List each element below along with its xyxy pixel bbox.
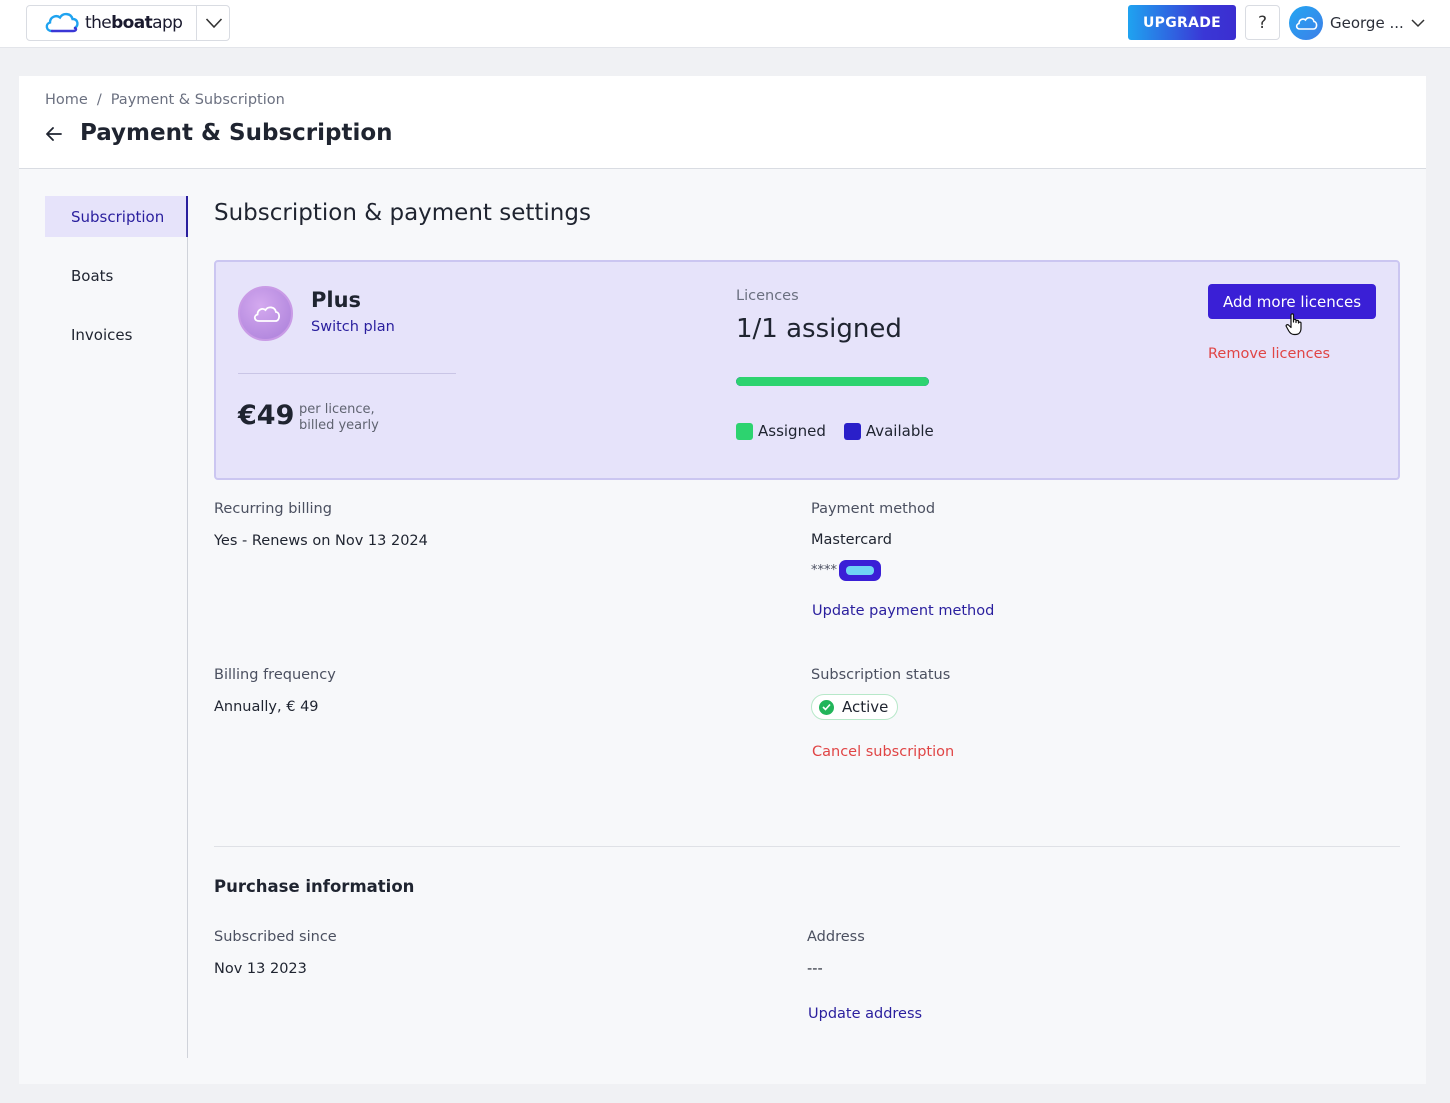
legend-available-swatch: [843, 422, 861, 440]
user-name: George ...: [1330, 13, 1404, 32]
recurring-billing-value: Yes - Renews on Nov 13 2024: [214, 533, 428, 549]
chevron-down-icon: [205, 18, 222, 29]
licences-value: 1/1 assigned: [736, 314, 902, 344]
cancel-subscription-link[interactable]: Cancel subscription: [812, 744, 954, 760]
app-logo[interactable]: theboatapp: [27, 6, 196, 40]
purchase-info-heading: Purchase information: [214, 877, 415, 896]
top-bar: theboatapp UPGRADE ? George ...: [0, 0, 1450, 48]
subscribed-since-value: Nov 13 2023: [214, 961, 307, 977]
page-card: Home / Payment & Subscription Payment & …: [19, 76, 1426, 1084]
address-label: Address: [807, 929, 865, 945]
card-number-masked: ****: [811, 560, 881, 581]
licences-progress-bar: [736, 377, 929, 386]
hand-pointer-icon: [1285, 313, 1302, 336]
chevron-down-icon: [1411, 18, 1425, 27]
help-button[interactable]: ?: [1245, 5, 1280, 40]
avatar: [1289, 5, 1323, 40]
licences-progress-fill: [736, 377, 929, 386]
cloud-logo-icon: [45, 12, 79, 33]
licences-label: Licences: [736, 288, 799, 304]
legend-assigned: Assigned: [736, 422, 826, 440]
sidenav-item-invoices[interactable]: Invoices: [45, 314, 188, 355]
check-circle-icon: [819, 699, 834, 715]
breadcrumb-current: Payment & Subscription: [110, 92, 285, 108]
app-name: theboatapp: [85, 13, 183, 33]
page-header: Home / Payment & Subscription Payment & …: [19, 76, 1426, 169]
recurring-billing-label: Recurring billing: [214, 501, 332, 517]
page-title: Payment & Subscription: [80, 120, 393, 146]
plan-cloud-icon: [238, 286, 293, 341]
app-switcher-dropdown[interactable]: [196, 6, 230, 40]
sidenav-item-subscription[interactable]: Subscription: [45, 196, 188, 237]
billing-frequency-label: Billing frequency: [214, 667, 336, 683]
price-note: per licence, billed yearly: [299, 402, 379, 433]
licences-legend: Assigned Available: [736, 422, 952, 440]
legend-assigned-swatch: [736, 422, 753, 440]
plan-name: Plus: [311, 288, 362, 312]
plan-divider: [238, 373, 456, 374]
help-icon: ?: [1257, 12, 1268, 33]
section-title: Subscription & payment settings: [214, 200, 591, 226]
payment-method-label: Payment method: [811, 501, 936, 517]
cloud-icon: [1295, 16, 1318, 30]
subscription-status-label: Subscription status: [811, 667, 951, 683]
card-digits-redacted: [839, 560, 881, 581]
upgrade-button[interactable]: UPGRADE: [1128, 5, 1236, 40]
plan-price: €49: [238, 400, 295, 431]
subscribed-since-label: Subscribed since: [214, 929, 337, 945]
remove-licences-link[interactable]: Remove licences: [1208, 346, 1330, 362]
breadcrumb-home[interactable]: Home: [45, 92, 88, 108]
payment-method-value: Mastercard: [811, 532, 892, 548]
switch-plan-link[interactable]: Switch plan: [311, 319, 395, 335]
update-payment-method-link[interactable]: Update payment method: [812, 603, 994, 619]
status-badge: Active: [811, 694, 899, 720]
back-arrow-icon[interactable]: [44, 124, 64, 144]
sidenav-item-boats[interactable]: Boats: [45, 255, 188, 296]
breadcrumb-separator: /: [96, 92, 102, 108]
section-divider: [214, 846, 1400, 847]
app-switcher[interactable]: theboatapp: [26, 5, 230, 41]
breadcrumb: Home / Payment & Subscription: [45, 92, 285, 108]
billing-frequency-value: Annually, € 49: [214, 699, 319, 715]
update-address-link[interactable]: Update address: [808, 1006, 922, 1022]
legend-available: Available: [843, 422, 934, 440]
user-menu[interactable]: George ...: [1289, 5, 1425, 40]
address-value: ---: [807, 961, 823, 977]
plan-card: Plus Switch plan €49 per licence, billed…: [214, 260, 1400, 480]
side-nav: Subscription Boats Invoices: [45, 196, 188, 1058]
